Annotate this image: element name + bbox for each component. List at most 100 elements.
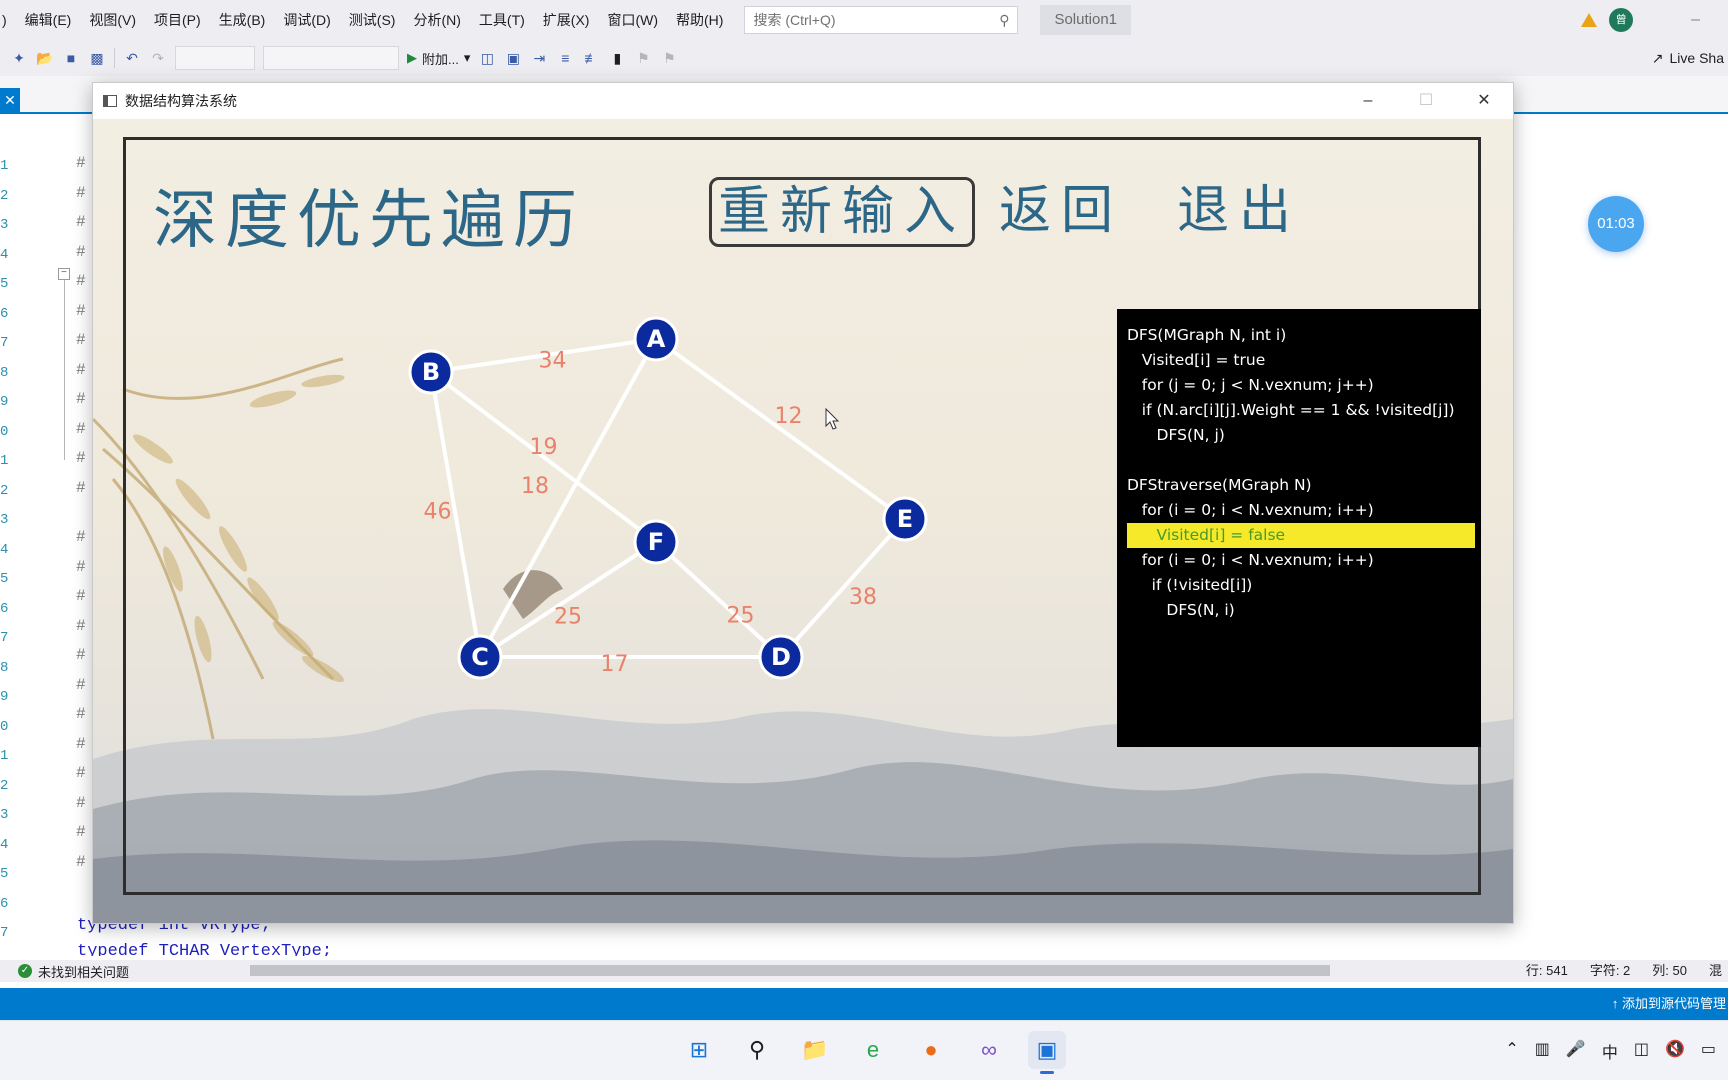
preprocessor-hash: #: [76, 705, 86, 723]
highlighted-code-line: Visited[i] = false: [1127, 523, 1475, 548]
line-number: 2: [0, 482, 9, 499]
menu-window[interactable]: 窗口(W): [598, 0, 667, 40]
undo-icon[interactable]: ↶: [123, 49, 141, 67]
volume-muted-icon[interactable]: 🔇: [1665, 1039, 1685, 1063]
taskbar: ⊞ ⚲ 📁 e ● ∞ ▣ ⌃ ▥ 🎤 中 ◫ 🔇 ▭: [0, 1020, 1728, 1080]
edge-browser-icon[interactable]: e: [854, 1031, 892, 1069]
warning-icon[interactable]: [1581, 13, 1598, 27]
platform-dropdown[interactable]: [263, 46, 399, 70]
live-share-button[interactable]: ↗ Live Sha: [1652, 40, 1728, 76]
preprocessor-hash: #: [76, 616, 86, 635]
new-project-icon[interactable]: ✦: [10, 49, 28, 67]
system-tray: ⌃ ▥ 🎤 中 ◫ 🔇 ▭: [1505, 1039, 1716, 1063]
windows-start-icon[interactable]: ⊞: [680, 1031, 718, 1069]
graph-node-label: C: [471, 643, 489, 671]
microphone-icon[interactable]: 🎤: [1566, 1039, 1586, 1063]
graph-node-label: E: [897, 505, 913, 533]
code-line: DFS(N, j): [1127, 426, 1225, 444]
menu-edit[interactable]: 编辑(E): [16, 0, 81, 40]
close-button[interactable]: ✕: [1455, 83, 1513, 119]
menu-build[interactable]: 生成(B): [210, 0, 275, 40]
taskbar-apps: ⊞ ⚲ 📁 e ● ∞ ▣: [680, 1031, 1066, 1074]
add-to-source-control[interactable]: ↑ 添加到源代码管理: [1612, 988, 1728, 1020]
menu-extensions[interactable]: 扩展(X): [534, 0, 599, 40]
avatar[interactable]: 曾: [1609, 8, 1634, 32]
preprocessor-hash: #: [76, 823, 86, 841]
menu-analyze[interactable]: 分析(N): [404, 0, 469, 40]
menu-test[interactable]: 测试(S): [340, 0, 405, 40]
maximize-button[interactable]: ☐: [1397, 83, 1455, 119]
menu-tools[interactable]: 工具(T): [470, 0, 534, 40]
col-indicator: 列: 50: [1652, 963, 1687, 978]
save-all-icon[interactable]: ▩: [88, 49, 106, 67]
line-number: 4: [0, 541, 9, 558]
menu-debug[interactable]: 调试(D): [274, 0, 339, 40]
line-number: 9: [0, 689, 9, 705]
line-number: 1: [0, 158, 9, 174]
share-icon: ↗: [1651, 50, 1664, 66]
preprocessor-hash: #: [76, 213, 86, 231]
line-number: 3: [0, 807, 9, 823]
menu-item[interactable]: ): [0, 0, 16, 40]
firefox-icon[interactable]: ●: [912, 1031, 950, 1069]
horizontal-scrollbar[interactable]: [250, 965, 1330, 976]
next-bookmark-icon[interactable]: ⚑: [660, 49, 678, 67]
configuration-dropdown[interactable]: [175, 46, 255, 70]
ime-language[interactable]: 中: [1602, 1039, 1618, 1063]
chevron-up-icon[interactable]: ⌃: [1505, 1039, 1518, 1063]
editor-status-row: ✓ 未找到相关问题 行: 541 字符: 2 列: 50 混: [0, 960, 1728, 982]
code-line: if (!visited[i]): [1127, 576, 1253, 594]
menu-project[interactable]: 项目(P): [145, 0, 210, 40]
preprocessor-hash: #: [76, 675, 86, 694]
code-line: for (i = 0; i < N.vexnum; i++): [1127, 501, 1374, 519]
battery-icon[interactable]: ▭: [1701, 1039, 1716, 1063]
line-number: 2: [0, 187, 9, 204]
close-icon[interactable]: ✕: [0, 88, 20, 112]
cursor-position[interactable]: 行: 541 字符: 2 列: 50 混: [1526, 960, 1728, 982]
attach-button[interactable]: ▶ 附加... ▾: [407, 49, 470, 68]
visual-studio-icon[interactable]: ∞: [970, 1031, 1008, 1069]
bookmark-icon[interactable]: ▮: [608, 49, 626, 67]
file-explorer-icon[interactable]: 📁: [796, 1031, 834, 1069]
app-titlebar[interactable]: 数据结构算法系统 – ☐ ✕: [93, 83, 1513, 119]
graph-edge-A-E: [654, 337, 907, 521]
graph-node-label: A: [647, 325, 666, 353]
issues-status[interactable]: 未找到相关问题: [38, 962, 129, 981]
minimize-icon[interactable]: –: [1691, 11, 1700, 29]
preprocessor-hash: #: [76, 331, 86, 349]
recording-timer[interactable]: 01:03: [1588, 196, 1644, 252]
collapse-icon[interactable]: −: [58, 268, 70, 280]
network-icon[interactable]: ◫: [1634, 1039, 1649, 1063]
prev-bookmark-icon[interactable]: ⚑: [634, 49, 652, 67]
app-window-icon[interactable]: ▣: [1028, 1031, 1066, 1074]
ime-mode-icon[interactable]: ▥: [1535, 1039, 1550, 1063]
line-number: 6: [0, 305, 9, 322]
solution-name[interactable]: Solution1: [1040, 5, 1132, 35]
edge-weight-label: 17: [601, 652, 629, 677]
source-control-label: 添加到源代码管理: [1621, 996, 1726, 1011]
minimize-button[interactable]: –: [1339, 83, 1397, 119]
open-folder-icon[interactable]: 📂: [36, 49, 54, 67]
code-line: DFS(MGraph N, int i): [1127, 326, 1287, 344]
preprocessor-hash: #: [76, 852, 86, 871]
redo-icon[interactable]: ↷: [149, 49, 167, 67]
find-icon[interactable]: ◫: [478, 49, 496, 67]
uncomment-icon[interactable]: ≢: [582, 49, 600, 67]
step-icon[interactable]: ⇥: [530, 49, 548, 67]
search-icon[interactable]: ⚲: [738, 1031, 776, 1069]
menu-help[interactable]: 帮助(H): [667, 0, 732, 40]
preprocessor-hash: #: [76, 478, 86, 497]
screenshot-icon[interactable]: ▣: [504, 49, 522, 67]
ide-statusbar: ↑ 添加到源代码管理: [0, 988, 1728, 1020]
line-number: 3: [0, 217, 9, 233]
menu-view[interactable]: 视图(V): [80, 0, 145, 40]
edge-weight-label: 25: [727, 604, 755, 629]
edge-weight-label: 38: [849, 585, 877, 610]
save-icon[interactable]: ■: [62, 49, 80, 67]
line-number: 8: [0, 659, 9, 676]
search-icon: ⚲: [999, 11, 1010, 28]
ide-search-input[interactable]: 搜索 (Ctrl+Q) ⚲: [744, 6, 1019, 34]
edge-weight-label: 12: [775, 404, 803, 429]
comment-icon[interactable]: ≡: [556, 49, 574, 67]
